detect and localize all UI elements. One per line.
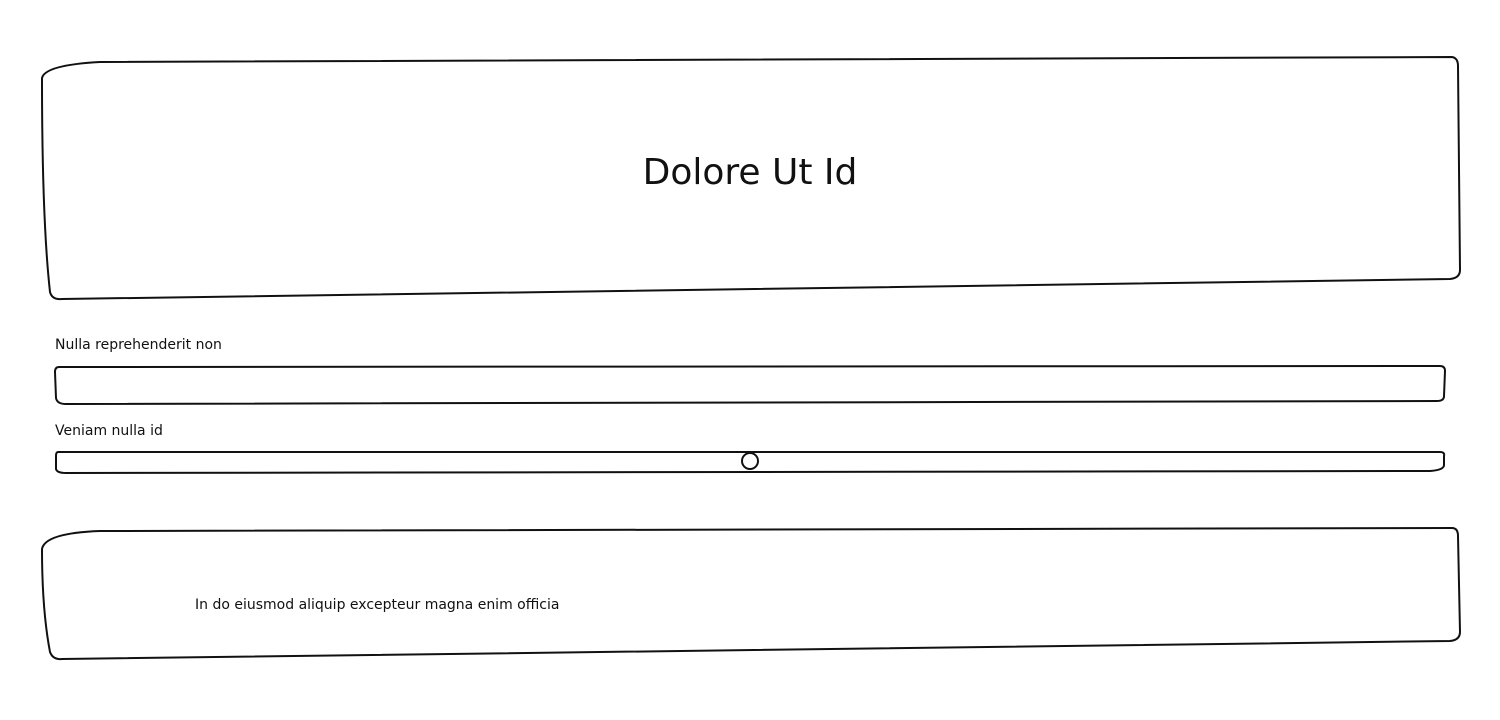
slider-label: Veniam nulla id <box>55 423 163 439</box>
text-input[interactable] <box>56 366 1444 402</box>
footer-text: In do eiusmod aliquip excepteur magna en… <box>195 597 560 613</box>
page-title: Dolore Ut Id <box>642 152 858 193</box>
footer-card-border <box>40 526 1462 661</box>
text-field-label: Nulla reprehenderit non <box>55 337 222 353</box>
range-slider[interactable] <box>55 451 1445 473</box>
